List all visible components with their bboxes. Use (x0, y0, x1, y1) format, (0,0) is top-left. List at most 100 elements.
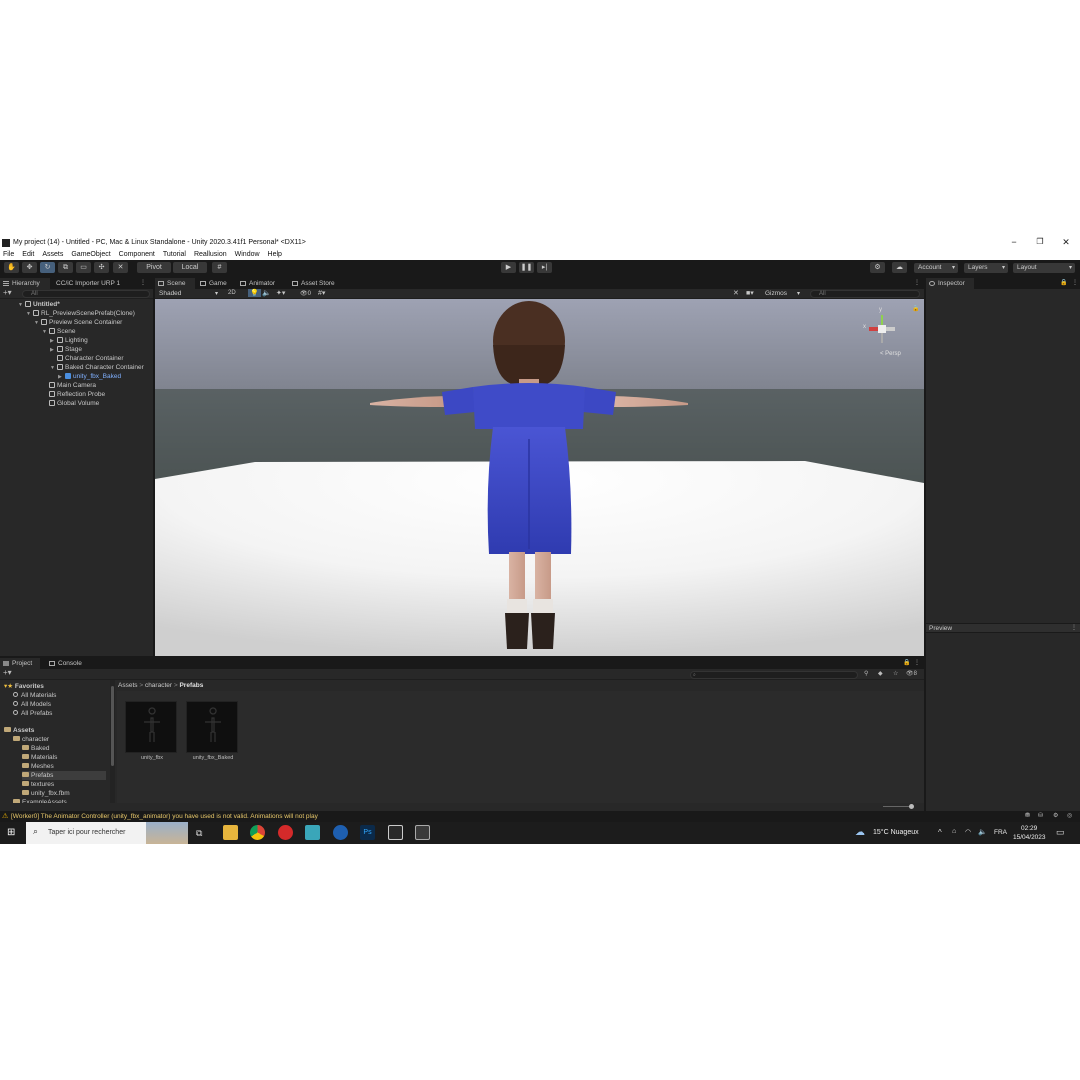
hidden-objects-icon[interactable]: 👁0 (300, 290, 311, 297)
tree-scrollbar[interactable] (110, 680, 115, 803)
status-bar[interactable]: ⚠ [Worker0] The Animator Controller (uni… (0, 811, 1080, 822)
layout-dropdown[interactable]: Layout (1013, 263, 1075, 273)
project-tree-item[interactable]: unity_fbx.fbm (22, 789, 70, 798)
filter-type-icon[interactable]: ⚲ (864, 670, 868, 677)
orientation-gizmo[interactable]: y x (863, 307, 897, 347)
favorite-star-icon[interactable]: ☆ (893, 670, 898, 677)
menu-gameobject[interactable]: GameObject (71, 251, 110, 258)
scene-more-icon[interactable]: ⋮ (914, 279, 920, 286)
local-toggle[interactable]: Local (173, 262, 207, 273)
pause-button[interactable]: ❚❚ (519, 262, 534, 273)
taskbar-search-box[interactable]: ⌕ Taper ici pour rechercher (26, 822, 188, 844)
shading-mode-dropdown[interactable]: Shaded (155, 289, 221, 299)
custom-tool-icon[interactable]: ✕ (113, 262, 128, 273)
slider-thumb[interactable] (909, 804, 914, 809)
filter-label-icon[interactable]: ◆ (878, 670, 883, 677)
project-search-input[interactable]: ⌕ (690, 671, 858, 679)
hierarchy-row[interactable]: ▼ Scene (42, 327, 75, 336)
preview-more-icon[interactable]: ⋮ (1071, 624, 1077, 631)
tab-console[interactable]: Console (46, 658, 90, 669)
status-message[interactable]: [Worker0] The Animator Controller (unity… (11, 813, 318, 820)
inspector-more-icon[interactable]: ⋮ (1072, 279, 1078, 286)
photoshop-icon[interactable]: Ps (360, 825, 375, 840)
menu-assets[interactable]: Assets (42, 251, 63, 258)
weather-text[interactable]: 15°C Nuageux (873, 829, 919, 836)
project-tree-item[interactable]: All Prefabs (13, 709, 52, 718)
clock-time[interactable]: 02:29 (1021, 825, 1037, 832)
prefab-thumbnail-unity-fbx[interactable] (125, 701, 177, 753)
hidden-packages-icon[interactable]: 👁8 (906, 670, 917, 677)
clock-date[interactable]: 15/04/2023 (1013, 834, 1046, 841)
menu-help[interactable]: Help (268, 251, 282, 258)
project-tree-item[interactable]: character (13, 735, 49, 744)
language-indicator[interactable]: FRA (994, 829, 1007, 836)
notification-icon[interactable]: ▭ (1056, 827, 1065, 838)
audio-toggle-icon[interactable]: 🔈 (262, 289, 271, 297)
layers-dropdown[interactable]: Layers (964, 263, 1008, 273)
cache-icon[interactable]: ⛁ (1038, 812, 1043, 819)
breadcrumb-prefabs[interactable]: Prefabs (179, 682, 203, 689)
project-tree-item[interactable]: Materials (22, 753, 57, 762)
cc-app-icon[interactable] (333, 825, 348, 840)
scale-tool-icon[interactable]: ⧉ (58, 262, 73, 273)
hierarchy-row[interactable]: ▼ Preview Scene Container (34, 318, 122, 327)
camera-dropdown-icon[interactable]: ■▾ (746, 289, 754, 297)
hand-tool-icon[interactable]: ✋ (4, 262, 19, 273)
hierarchy-row[interactable]: ▶ Lighting (50, 336, 88, 345)
collab-icon[interactable]: ⚙ (870, 262, 885, 273)
asset-label-unity-fbx[interactable]: unity_fbx (117, 755, 187, 761)
grid-snap-icon[interactable]: # (212, 262, 227, 273)
unity-hub-icon[interactable] (388, 825, 403, 840)
minimize-button[interactable]: − (1002, 236, 1026, 249)
asset-label-unity-fbx-baked[interactable]: unity_fbx_Baked (178, 755, 248, 761)
menu-component[interactable]: Component (119, 251, 155, 258)
tab-cc-importer[interactable]: CC/iC Importer URP 1 (50, 278, 138, 289)
move-tool-icon[interactable]: ✥ (22, 262, 37, 273)
breadcrumb-character[interactable]: character (145, 682, 172, 689)
chrome-icon[interactable] (250, 825, 265, 840)
volume-icon[interactable]: 🔈 (978, 828, 987, 836)
hierarchy-row[interactable]: ▶ Stage (50, 345, 82, 354)
breadcrumb-assets[interactable]: Assets (118, 682, 138, 689)
tab-asset-store[interactable]: Asset Store (289, 278, 349, 289)
tab-inspector[interactable]: Inspector (926, 278, 974, 289)
account-dropdown[interactable]: Account (914, 263, 958, 273)
menu-reallusion[interactable]: Reallusion (194, 251, 227, 258)
hierarchy-row[interactable]: Global Volume (42, 399, 99, 408)
rect-tool-icon[interactable]: ▭ (76, 262, 91, 273)
menu-file[interactable]: File (3, 251, 14, 258)
foldout-arrow-icon[interactable]: ▼ (42, 328, 49, 337)
tools-icon[interactable]: ✕ (733, 289, 739, 297)
toggle-2d-button[interactable]: 2D (228, 290, 236, 296)
project-tree-item[interactable]: Meshes (22, 762, 54, 771)
foldout-arrow-icon[interactable]: ▼ (50, 364, 57, 373)
project-lock-icon[interactable]: 🔒 (903, 659, 910, 666)
windows-start-icon[interactable]: ⊞ (7, 827, 15, 838)
scene-viewport[interactable]: y x 🔒 < Persp (155, 299, 924, 656)
thumbnail-size-slider[interactable] (883, 804, 915, 810)
project-tree-item[interactable]: textures (22, 780, 54, 789)
project-tree-item[interactable]: All Materials (13, 691, 56, 700)
gizmos-dropdown[interactable]: Gizmos (761, 289, 803, 299)
grid-dropdown-icon[interactable]: #▾ (318, 289, 325, 297)
foldout-arrow-icon[interactable]: ▼ (26, 310, 33, 319)
tab-animator[interactable]: Animator (237, 278, 289, 289)
projection-label[interactable]: < Persp (880, 351, 901, 357)
more-options-icon[interactable]: ⋮ (140, 279, 146, 286)
hierarchy-row[interactable]: Character Container (50, 354, 124, 363)
opera-icon[interactable] (278, 825, 293, 840)
hierarchy-search-input[interactable]: All (22, 290, 150, 298)
close-button[interactable]: ✕ (1054, 236, 1078, 249)
cloud-icon[interactable]: ☁ (892, 262, 907, 273)
maximize-button[interactable]: ❐ (1028, 236, 1052, 249)
menu-tutorial[interactable]: Tutorial (163, 251, 186, 258)
check-icon[interactable]: ◎ (1067, 812, 1072, 819)
unity-editor-icon[interactable] (415, 825, 430, 840)
menu-window[interactable]: Window (235, 251, 260, 258)
add-icon[interactable]: +▾ (3, 288, 12, 297)
tree-scrollbar-thumb[interactable] (111, 686, 114, 766)
rotate-tool-icon[interactable]: ↻ (40, 262, 55, 273)
foldout-arrow-icon[interactable]: ▼ (18, 301, 25, 310)
task-view-icon[interactable]: ⧉ (196, 828, 202, 839)
tray-chevron-icon[interactable]: ^ (938, 828, 942, 837)
